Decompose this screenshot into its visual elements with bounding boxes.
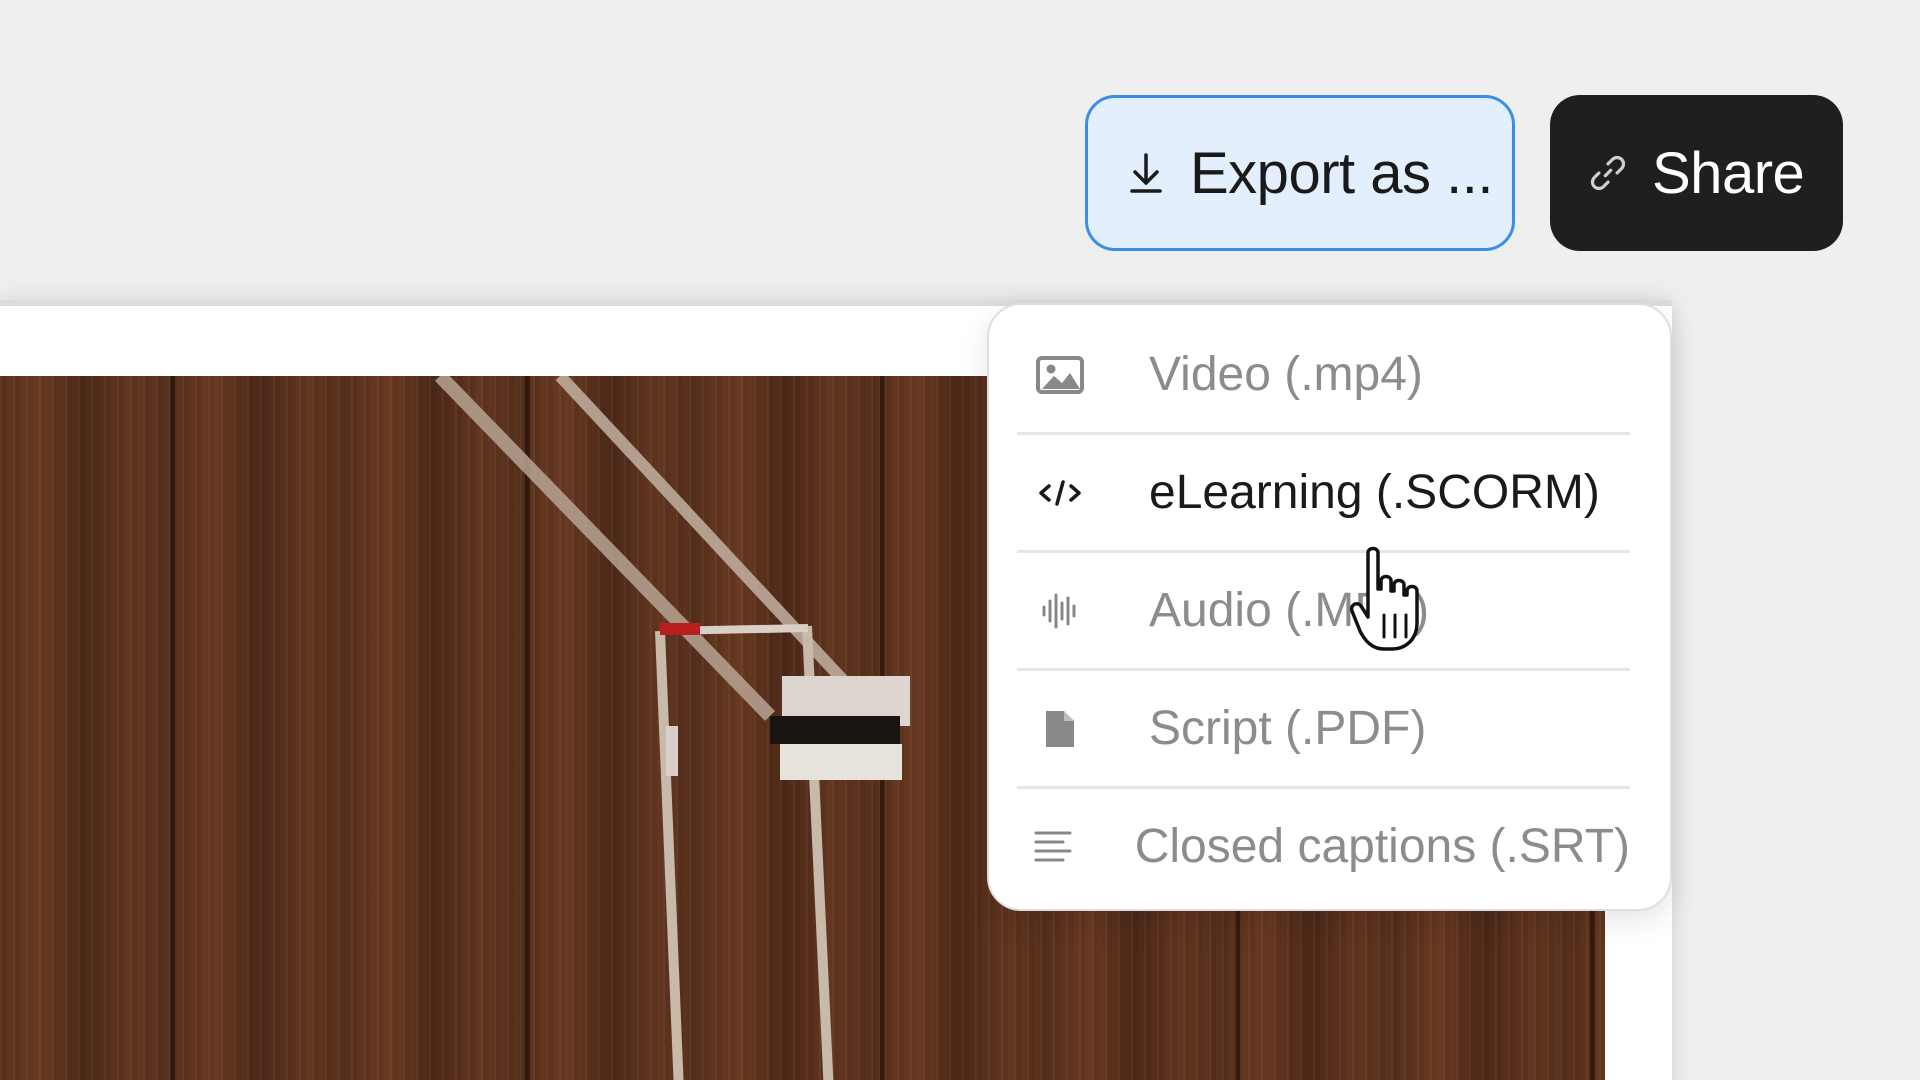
code-icon xyxy=(1031,469,1089,517)
menu-item-script[interactable]: Script (.PDF) xyxy=(1017,671,1630,789)
menu-item-label: Closed captions (.SRT) xyxy=(1134,820,1630,873)
audio-waveform-icon xyxy=(1031,587,1089,635)
menu-item-audio[interactable]: Audio (.MP3) xyxy=(1017,553,1630,671)
menu-item-label: eLearning (.SCORM) xyxy=(1149,466,1600,519)
export-dropdown-menu: Video (.mp4) eLearning (.SCORM) Audio (.… xyxy=(987,303,1672,911)
image-icon xyxy=(1031,351,1089,399)
export-as-button[interactable]: Export as ... xyxy=(1085,95,1515,251)
menu-item-elearning[interactable]: eLearning (.SCORM) xyxy=(1017,435,1630,553)
menu-item-captions[interactable]: Closed captions (.SRT) xyxy=(1017,789,1630,904)
share-label: Share xyxy=(1652,140,1805,206)
captions-lines-icon xyxy=(1031,823,1075,871)
app-stage: Export as ... Share Video (.mp4) eLearni… xyxy=(0,0,1920,1080)
document-icon xyxy=(1031,705,1089,753)
share-button[interactable]: Share xyxy=(1550,95,1843,251)
download-icon xyxy=(1126,149,1166,197)
export-as-label: Export as ... xyxy=(1190,140,1493,206)
menu-item-video[interactable]: Video (.mp4) xyxy=(1017,317,1630,435)
link-icon xyxy=(1588,149,1628,197)
menu-item-label: Video (.mp4) xyxy=(1149,348,1423,401)
menu-item-label: Audio (.MP3) xyxy=(1149,584,1430,637)
menu-item-label: Script (.PDF) xyxy=(1149,702,1427,755)
